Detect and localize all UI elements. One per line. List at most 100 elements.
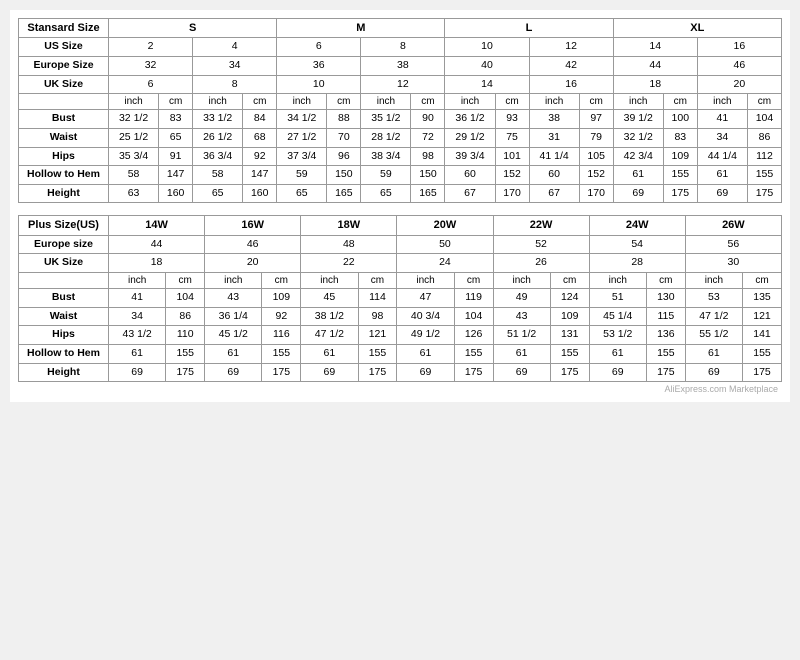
uk-8: 8 [193,75,277,94]
bust-4-2: 90 [411,110,445,129]
pbust-5-1: 49 [493,289,550,308]
hips-label-1: Hips [19,147,109,166]
uk-size-label: UK Size [19,75,109,94]
phth-1-2: 155 [166,344,205,363]
bust-3-1: 34 1/2 [277,110,327,129]
pbust-3-1: 45 [301,289,358,308]
waist-1-1: 25 1/2 [109,128,159,147]
phips-4-2: 126 [454,326,493,345]
p-inch-7: inch [685,273,742,289]
hth-5-2: 152 [495,166,529,185]
bust-5-1: 36 1/2 [445,110,495,129]
peu-46: 46 [205,235,301,254]
hips-4-2: 98 [411,147,445,166]
bust-8-1: 41 [697,110,747,129]
cm-label-5: cm [495,94,529,110]
hips-5-1: 39 3/4 [445,147,495,166]
phips-2-2: 116 [262,326,301,345]
18w-header: 18W [301,216,397,235]
cm-label-8: cm [747,94,781,110]
hips-8-1: 44 1/4 [697,147,747,166]
ht-7-2: 175 [663,184,697,203]
eu-42: 42 [529,56,613,75]
l-header: L [445,19,613,38]
pht-3-2: 175 [358,363,397,382]
pht-4-1: 69 [397,363,454,382]
ht-4-2: 165 [411,184,445,203]
us-2: 2 [109,38,193,57]
p-empty-cell [19,273,109,289]
pht-3-1: 69 [301,363,358,382]
us-16: 16 [697,38,781,57]
pwaist-3-2: 98 [358,307,397,326]
cm-label-1: cm [159,94,193,110]
waist-2-2: 68 [243,128,277,147]
phth-5-2: 155 [550,344,589,363]
ht-2-2: 160 [243,184,277,203]
cm-label-6: cm [579,94,613,110]
phips-1-1: 43 1/2 [109,326,166,345]
24w-header: 24W [589,216,685,235]
hth-4-2: 150 [411,166,445,185]
pht-1-1: 69 [109,363,166,382]
pbust-6-2: 130 [646,289,685,308]
p-inch-3: inch [301,273,358,289]
14w-header: 14W [109,216,205,235]
tables-container: Stansard Size S M L XL US Size 2 4 6 8 1… [18,18,782,394]
peu-54: 54 [589,235,685,254]
bust-label-1: Bust [19,110,109,129]
pht-2-1: 69 [205,363,262,382]
hth-8-1: 61 [697,166,747,185]
inch-label-4: inch [361,94,411,110]
waist-2-1: 26 1/2 [193,128,243,147]
p-inch-2: inch [205,273,262,289]
waist-7-2: 83 [663,128,697,147]
cm-label-2: cm [243,94,277,110]
ht-8-1: 69 [697,184,747,203]
bust-6-1: 38 [529,110,579,129]
p-cm-3: cm [358,273,397,289]
hth-3-2: 150 [327,166,361,185]
phth-4-2: 155 [454,344,493,363]
waist-1-2: 65 [159,128,193,147]
uk-12: 12 [361,75,445,94]
bust-4-1: 35 1/2 [361,110,411,129]
hth-3-1: 59 [277,166,327,185]
europe-size2-label: Europe size [19,235,109,254]
phth-4-1: 61 [397,344,454,363]
us-8: 8 [361,38,445,57]
ht-8-2: 175 [747,184,781,203]
pbust-7-1: 53 [685,289,742,308]
bust-6-2: 97 [579,110,613,129]
us-14: 14 [613,38,697,57]
phips-5-2: 131 [550,326,589,345]
waist-4-2: 72 [411,128,445,147]
waist-6-1: 31 [529,128,579,147]
ht-3-2: 165 [327,184,361,203]
phips-5-1: 51 1/2 [493,326,550,345]
hips-3-1: 37 3/4 [277,147,327,166]
peu-48: 48 [301,235,397,254]
phth-2-2: 155 [262,344,301,363]
pbust-2-2: 109 [262,289,301,308]
p-inch-1: inch [109,273,166,289]
hips-2-1: 36 3/4 [193,147,243,166]
phips-2-1: 45 1/2 [205,326,262,345]
ht-3-1: 65 [277,184,327,203]
uk-10: 10 [277,75,361,94]
eu-36: 36 [277,56,361,75]
pht-6-2: 175 [646,363,685,382]
hth-6-2: 152 [579,166,613,185]
inch-label-1: inch [109,94,159,110]
peu-52: 52 [493,235,589,254]
waist-8-2: 86 [747,128,781,147]
hips-4-1: 38 3/4 [361,147,411,166]
waist-8-1: 34 [697,128,747,147]
p-inch-5: inch [493,273,550,289]
eu-38: 38 [361,56,445,75]
standard-size-table: Stansard Size S M L XL US Size 2 4 6 8 1… [18,18,782,203]
eu-32: 32 [109,56,193,75]
empty-cell [19,94,109,110]
bust-1-1: 32 1/2 [109,110,159,129]
phth-7-2: 155 [743,344,782,363]
